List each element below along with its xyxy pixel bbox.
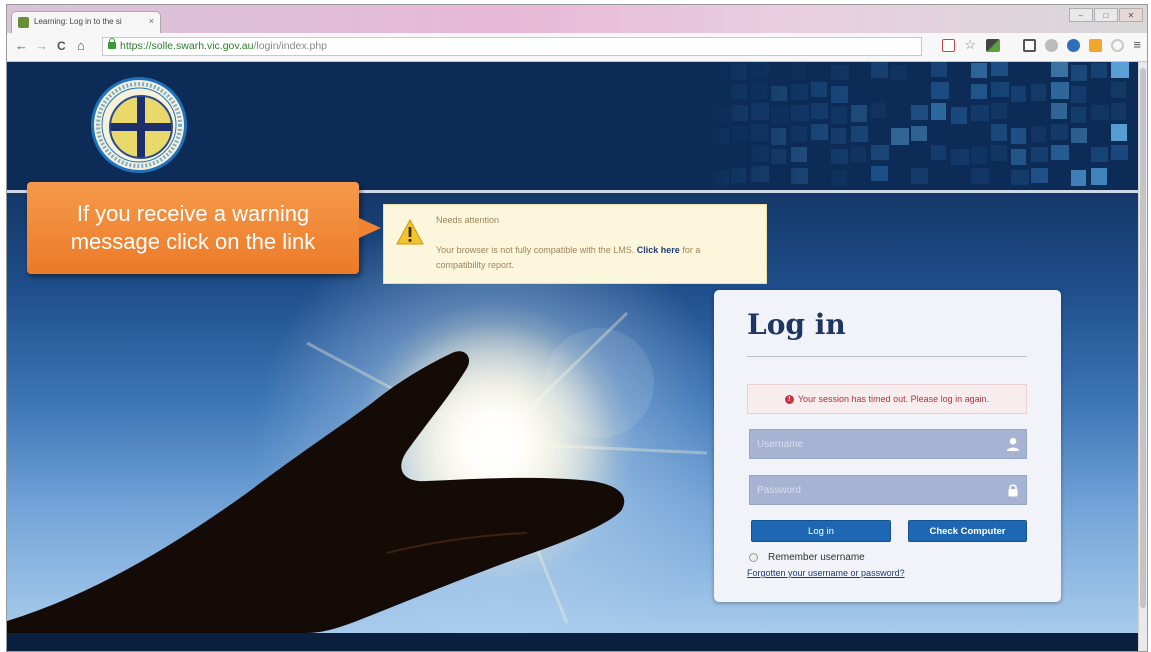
url-path: /login/index.php [253, 40, 328, 52]
login-panel: Log in ! Your session has timed out. Ple… [714, 290, 1061, 602]
session-alert-text: Your session has timed out. Please log i… [797, 394, 990, 404]
password-field-container [749, 475, 1027, 505]
maximize-button[interactable]: □ [1094, 8, 1118, 22]
home-button[interactable]: ⌂ [77, 39, 85, 53]
user-icon [1007, 437, 1019, 451]
session-timeout-alert: ! Your session has timed out. Please log… [747, 384, 1027, 414]
browser-toolbar: ← → C ⌂ https://solle.swarh.vic.gov.au/l… [7, 33, 1147, 62]
warning-text-before: Your browser is not fully compatible wit… [436, 245, 635, 255]
username-input[interactable] [750, 430, 1004, 458]
page-viewport: Needs attention Your browser is not full… [7, 62, 1139, 651]
window-controls: – □ ✕ [1069, 8, 1143, 22]
password-input[interactable] [750, 476, 1004, 504]
minimize-button[interactable]: – [1069, 8, 1093, 22]
page-scrollbar[interactable] [1138, 62, 1147, 651]
notes-extension-icon[interactable] [1089, 38, 1103, 52]
username-field-container [749, 429, 1027, 459]
browser-menu-icon[interactable]: ≡ [1133, 38, 1141, 52]
remember-username-label: Remember username [768, 552, 865, 563]
remember-username-row: Remember username [749, 552, 865, 563]
extension-icons: ☆ ≡ [942, 38, 1141, 52]
browser-window: Learning: Log in to the si × – □ ✕ ← → C… [6, 4, 1148, 652]
site-logo[interactable] [91, 77, 187, 173]
site-favicon-icon [18, 17, 29, 28]
login-divider [747, 356, 1027, 357]
globe-extension-icon[interactable] [1067, 38, 1081, 52]
pen-extension-icon[interactable] [986, 38, 1001, 52]
alert-icon: ! [784, 394, 794, 404]
site-header [7, 62, 1139, 193]
tab-close-icon[interactable]: × [149, 16, 154, 26]
url-host: https://solle.swarh.vic.gov.au [120, 40, 254, 52]
lock-icon [108, 38, 116, 49]
callout-arrow [359, 218, 381, 238]
warning-triangle-icon [396, 219, 424, 245]
scrollbar-thumb[interactable] [1140, 68, 1146, 608]
sync-extension-icon[interactable] [1111, 38, 1125, 52]
check-computer-button[interactable]: Check Computer [908, 520, 1027, 542]
logo-emblem-icon [109, 95, 173, 159]
compatibility-report-link[interactable]: Click here [637, 245, 680, 255]
bookmark-page-icon[interactable] [942, 38, 956, 52]
printer-extension-icon[interactable] [1045, 38, 1059, 52]
forgot-credentials-link[interactable]: Forgotten your username or password? [747, 568, 905, 578]
header-mosaic-image [709, 62, 1139, 190]
compatibility-warning: Needs attention Your browser is not full… [383, 204, 767, 284]
close-window-button[interactable]: ✕ [1119, 8, 1143, 22]
url-text: https://solle.swarh.vic.gov.au/login/ind… [120, 38, 327, 55]
forward-button[interactable]: → [35, 39, 48, 53]
back-button[interactable]: ← [15, 39, 28, 53]
reload-button[interactable]: C [57, 39, 66, 53]
browser-tab[interactable]: Learning: Log in to the si × [11, 11, 161, 33]
tab-title: Learning: Log in to the si [34, 17, 122, 26]
screenshot-extension-icon[interactable] [1023, 38, 1037, 52]
page-footer-band [7, 633, 1139, 651]
warning-title: Needs attention [436, 215, 500, 225]
lock-icon [1008, 484, 1018, 497]
instruction-callout: If you receive a warning message click o… [27, 182, 359, 274]
star-icon[interactable]: ☆ [964, 38, 977, 52]
remember-username-checkbox[interactable] [749, 553, 758, 562]
login-button[interactable]: Log in [751, 520, 891, 542]
browser-titlebar: Learning: Log in to the si × – □ ✕ [7, 5, 1147, 33]
login-heading: Log in [747, 308, 846, 341]
address-bar[interactable]: https://solle.swarh.vic.gov.au/login/ind… [102, 37, 922, 56]
warning-text: Your browser is not fully compatible wit… [436, 243, 751, 273]
